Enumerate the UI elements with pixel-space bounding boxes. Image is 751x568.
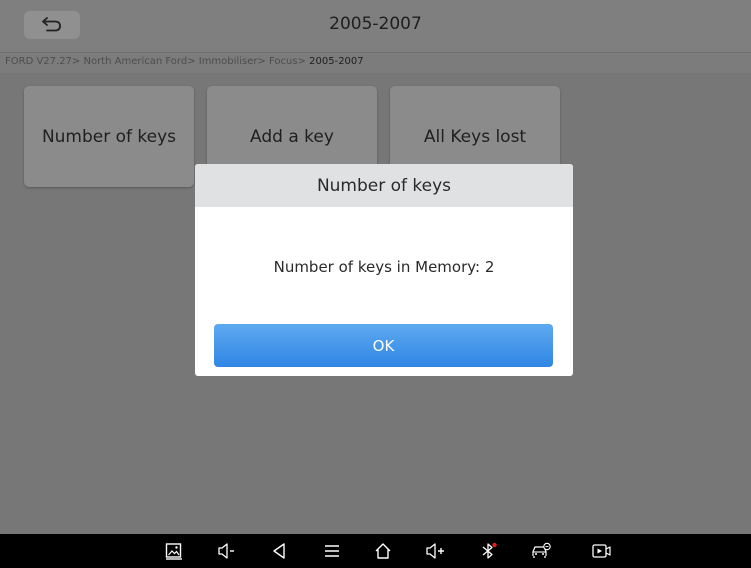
number-of-keys-tile[interactable]: Number of keys (24, 86, 194, 187)
breadcrumb-current: 2005-2007 (309, 56, 364, 67)
dialog-title: Number of keys (195, 164, 573, 207)
top-bar: 2005-2007 (0, 0, 751, 52)
bluetooth-icon[interactable] (479, 542, 499, 560)
system-navigation-bar (0, 534, 751, 568)
volume-down-icon[interactable] (217, 542, 237, 560)
menu-icon[interactable] (322, 542, 342, 560)
breadcrumb-path: FORD V27.27> North American Ford> Immobi… (5, 56, 310, 67)
breadcrumb: FORD V27.27> North American Ford> Immobi… (0, 52, 751, 73)
car-diagnostic-icon[interactable] (530, 542, 551, 560)
ok-button[interactable]: OK (214, 324, 553, 367)
screen-record-icon[interactable] (591, 542, 611, 560)
home-icon[interactable] (373, 542, 393, 560)
dialog-message: Number of keys in Memory: 2 (273, 258, 495, 276)
back-icon[interactable] (270, 542, 290, 560)
number-of-keys-dialog: Number of keys Number of keys in Memory:… (195, 164, 573, 376)
screenshot-icon[interactable] (164, 542, 184, 560)
volume-up-icon[interactable] (425, 542, 445, 560)
page-title: 2005-2007 (329, 14, 422, 34)
